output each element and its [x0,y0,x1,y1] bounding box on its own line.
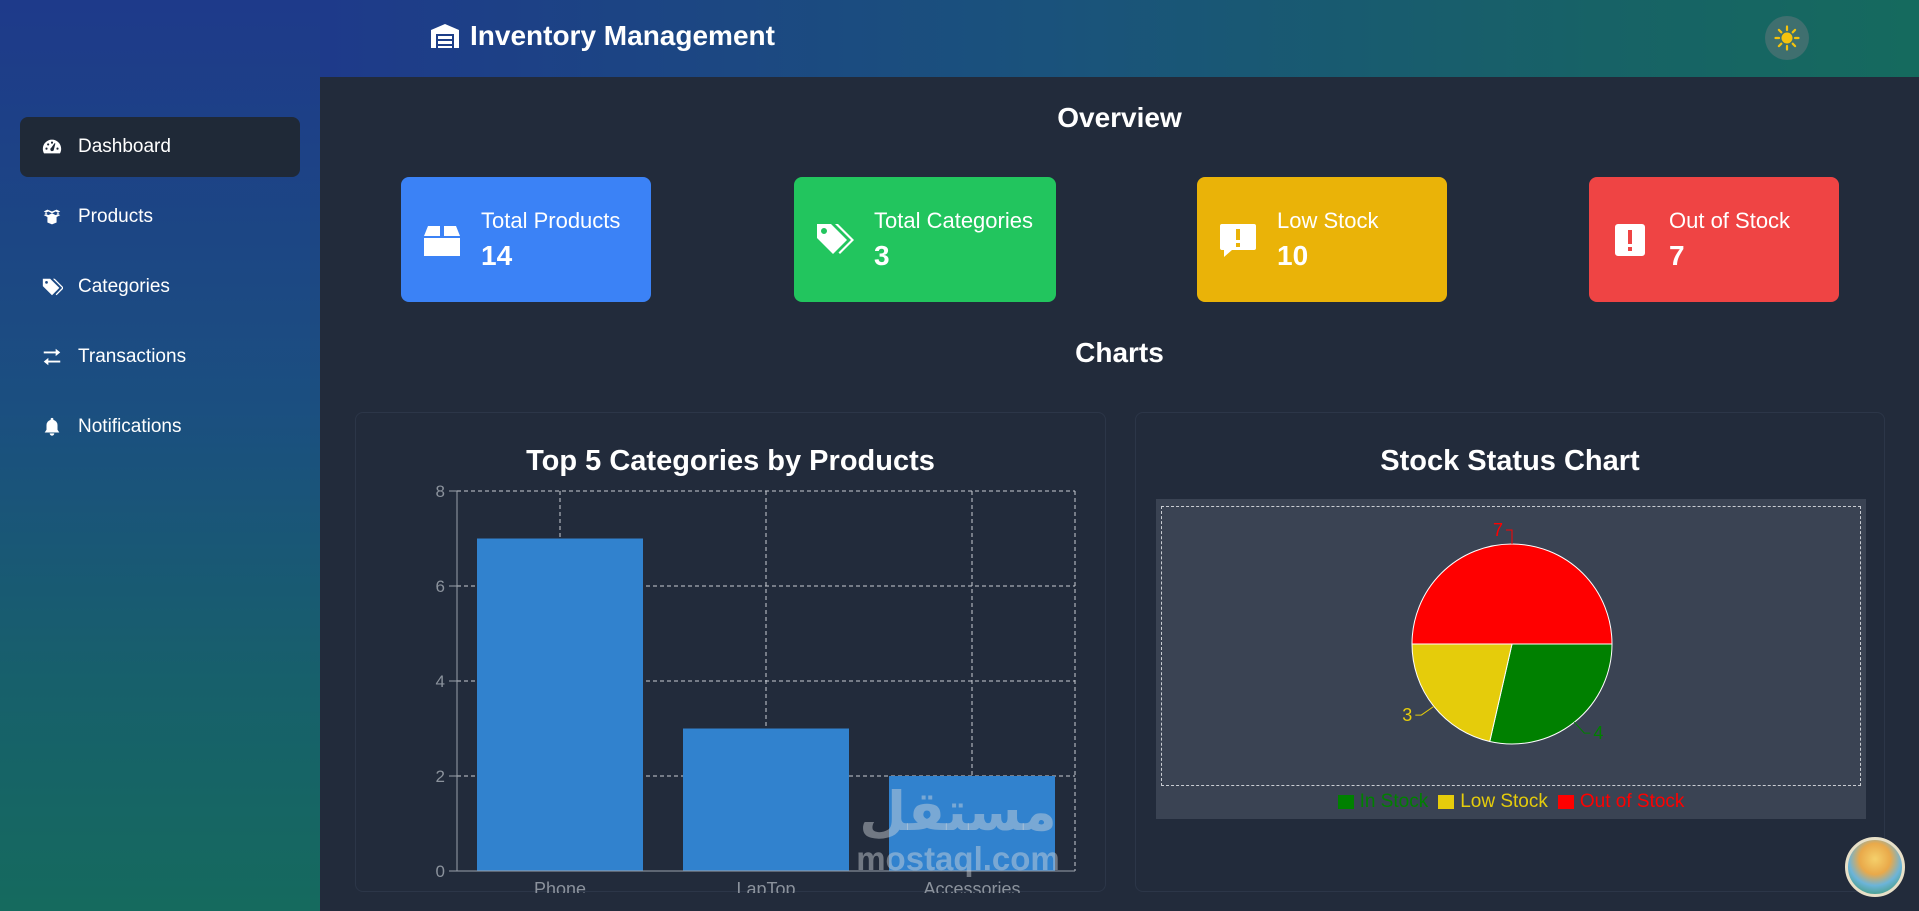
tags-icon [814,219,856,261]
pie-leader-line [1506,529,1513,544]
watermark-latin: mostaql.com [856,840,1060,877]
pie-leader-line [1573,721,1591,734]
sidebar-item-notifications[interactable]: Notifications [20,397,300,457]
stat-label: Low Stock [1277,207,1379,233]
overview-title: Overview [1057,102,1182,133]
stat-label: Total Categories [874,207,1033,233]
sidebar-item-label: Dashboard [78,136,171,157]
exclamation-icon [1609,219,1651,261]
warning-message-icon [1217,219,1259,261]
stat-value: 14 [481,239,513,271]
pie-chart-panel: Stock Status Chart 4 3 7 In Stock Low Stock… [1135,412,1885,892]
legend-label: Low Stock [1460,791,1548,812]
y-tick-label: 0 [436,862,445,881]
x-tick-label: Phone [534,879,586,893]
sidebar-item-transactions[interactable]: Transactions [20,327,300,387]
y-tick-label: 4 [436,672,445,691]
sidebar-nav: Dashboard Products Categories Transactio… [20,117,300,467]
stat-value: 3 [874,239,890,271]
sidebar-item-label: Notifications [78,416,182,437]
watermark: مستقل mostaql.com [843,783,1073,877]
stat-label: Out of Stock [1669,207,1791,233]
top-header: Inventory Management [320,0,1919,77]
sidebar: Dashboard Products Categories Transactio… [0,0,320,911]
stat-card-out-of-stock[interactable]: Out of Stock 7 [1589,177,1839,302]
stat-card-total-categories[interactable]: Total Categories 3 [794,177,1056,302]
pie-value-label: 7 [1493,520,1503,540]
legend-label: In Stock [1359,791,1429,812]
legend-item[interactable]: Out of Stock [1557,791,1685,813]
app-title: Inventory Management [470,20,775,51]
sun-icon [1774,25,1800,51]
pie-slice[interactable] [1411,543,1613,645]
x-tick-label: Accessories [923,879,1020,893]
stat-label: Total Products [481,207,621,233]
y-tick-label: 6 [436,577,445,596]
sidebar-item-categories[interactable]: Categories [20,257,300,317]
warehouse-icon [431,24,459,48]
pie-value-label: 3 [1402,705,1412,725]
y-tick-label: 2 [436,767,445,786]
gauge-icon [40,135,64,159]
legend-swatch [1438,795,1455,809]
stat-card-total-products[interactable]: Total Products 14 [401,177,651,302]
sidebar-item-dashboard[interactable]: Dashboard [20,117,300,177]
pie-chart-area: 4 3 7 In Stock Low Stock Out of Stock [1156,499,1866,819]
sidebar-item-label: Categories [78,276,170,297]
bell-icon [40,415,64,439]
watermark-arabic: مستقل [859,780,1057,843]
pie-legend: In Stock Low Stock Out of Stock [1156,791,1866,813]
sidebar-item-label: Products [78,206,153,227]
stat-value: 10 [1277,239,1309,271]
x-tick-label: LapTop [736,879,795,893]
main-content: Overview Total Products 14 Total Categor… [320,77,1919,911]
pie-leader-line [1415,705,1435,716]
legend-label: Out of Stock [1579,791,1685,812]
y-tick-label: 8 [436,482,445,501]
legend-item[interactable]: Low Stock [1438,791,1548,813]
legend-swatch [1557,795,1574,809]
legend-item[interactable]: In Stock [1337,791,1429,813]
pie-chart: 4 3 7 [1402,520,1613,745]
pie-value-label: 4 [1593,723,1603,743]
charts-title: Charts [1075,337,1164,368]
theme-toggle-button[interactable] [1765,16,1809,60]
avatar[interactable] [1845,837,1905,897]
bar[interactable] [683,728,849,872]
tags-icon [40,275,64,299]
stat-card-low-stock[interactable]: Low Stock 10 [1197,177,1447,302]
pie-chart-title: Stock Status Chart [1380,445,1640,477]
sidebar-item-products[interactable]: Products [20,187,300,247]
box-icon [421,219,463,261]
legend-swatch [1337,795,1354,809]
stat-value: 7 [1669,239,1685,271]
boxes-icon [40,205,64,229]
brand: Inventory Management [430,20,775,52]
bar[interactable] [477,538,643,872]
pie-chart-frame: 4 3 7 [1161,506,1861,786]
exchange-icon [40,345,64,369]
sidebar-item-label: Transactions [78,346,187,367]
